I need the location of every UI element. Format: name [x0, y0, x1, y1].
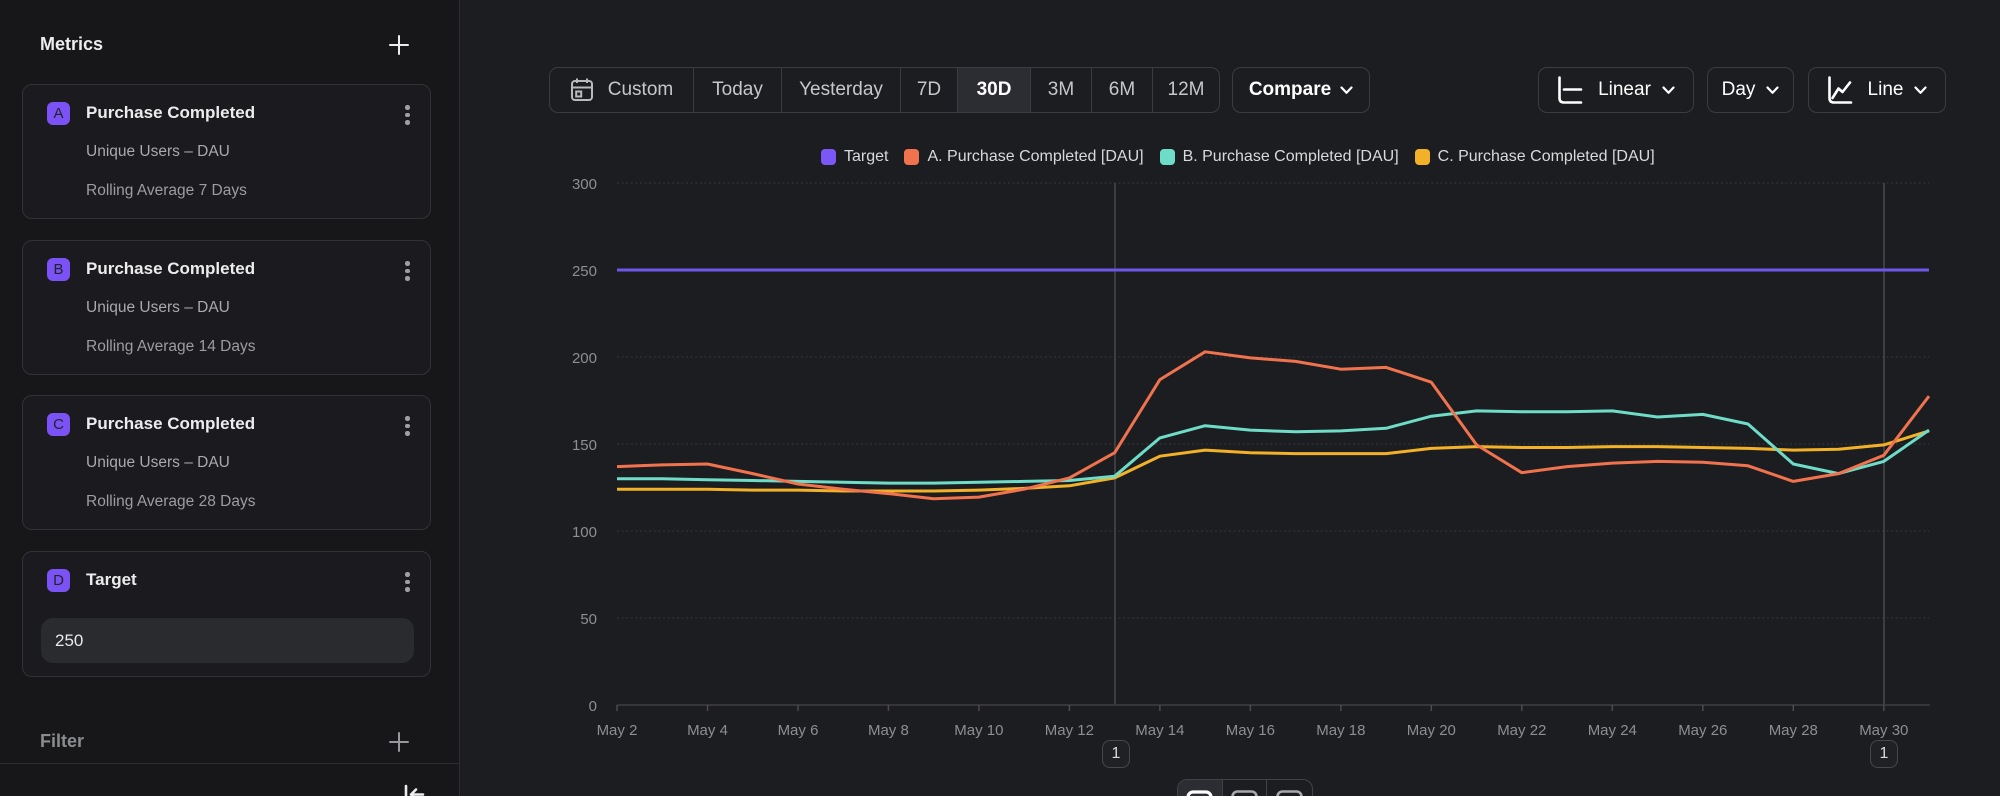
svg-text:May 30: May 30	[1859, 722, 1908, 739]
svg-text:May 6: May 6	[778, 722, 819, 739]
svg-text:300: 300	[572, 176, 597, 193]
svg-text:May 28: May 28	[1769, 722, 1818, 739]
svg-text:250: 250	[572, 263, 597, 280]
svg-text:May 26: May 26	[1678, 722, 1727, 739]
svg-text:May 20: May 20	[1407, 722, 1456, 739]
svg-text:0: 0	[589, 698, 597, 715]
svg-text:100: 100	[572, 524, 597, 541]
svg-text:May 12: May 12	[1045, 722, 1094, 739]
svg-text:May 14: May 14	[1135, 722, 1184, 739]
svg-text:May 16: May 16	[1226, 722, 1275, 739]
svg-text:150: 150	[572, 437, 597, 454]
svg-text:May 4: May 4	[687, 722, 728, 739]
svg-text:200: 200	[572, 350, 597, 367]
svg-text:May 22: May 22	[1497, 722, 1546, 739]
svg-text:May 8: May 8	[868, 722, 909, 739]
svg-text:May 24: May 24	[1588, 722, 1637, 739]
svg-text:May 18: May 18	[1316, 722, 1365, 739]
svg-text:May 10: May 10	[954, 722, 1003, 739]
svg-text:May 2: May 2	[597, 722, 638, 739]
svg-text:50: 50	[580, 611, 597, 628]
